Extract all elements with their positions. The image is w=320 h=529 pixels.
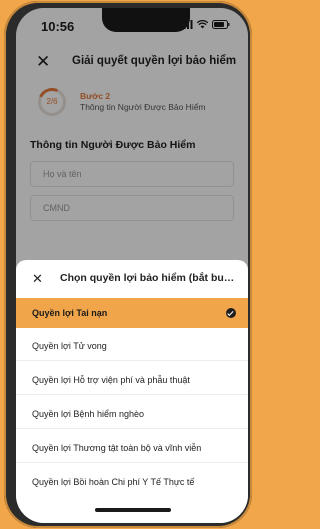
notch [102, 8, 190, 32]
option-label: Quyền lợi Tai nạn [32, 308, 108, 318]
option-medical-reimbursement[interactable]: Quyền lợi Bồi hoàn Chi phí Y Tế Thực tế [16, 467, 248, 497]
sheet-title: Chọn quyền lợi bảo hiểm (bắt buộc) [60, 272, 236, 284]
option-permanent-disability[interactable]: Quyền lợi Thương tật toàn bộ và vĩnh viễ… [16, 433, 248, 463]
option-hospital-surgery[interactable]: Quyền lợi Hỗ trợ viện phí và phẫu thuật [16, 365, 248, 395]
option-label: Quyền lợi Thương tật toàn bộ và vĩnh viễ… [32, 443, 202, 453]
option-label: Quyền lợi Bệnh hiểm nghèo [32, 409, 144, 419]
phone-screen: 10:56 ✕ Giải quyết quyền lợi bảo hiểm 2/… [16, 8, 248, 523]
benefit-picker-sheet: ✕ Chọn quyền lợi bảo hiểm (bắt buộc) Quy… [16, 260, 248, 523]
home-indicator[interactable] [95, 508, 171, 512]
check-icon [226, 308, 236, 318]
option-label: Quyền lợi Hỗ trợ viện phí và phẫu thuật [32, 375, 190, 385]
phone-frame: 10:56 ✕ Giải quyết quyền lợi bảo hiểm 2/… [4, 1, 252, 528]
wifi-icon [197, 20, 208, 29]
option-death[interactable]: Quyền lợi Tử vong [16, 331, 248, 361]
battery-icon [212, 20, 230, 29]
option-label: Quyền lợi Bồi hoàn Chi phí Y Tế Thực tế [32, 477, 195, 487]
option-label: Quyền lợi Tử vong [32, 341, 107, 351]
status-time: 10:56 [41, 19, 75, 34]
option-accident[interactable]: Quyền lợi Tai nạn [16, 298, 248, 328]
sheet-header: ✕ Chọn quyền lợi bảo hiểm (bắt buộc) [16, 260, 248, 298]
close-icon[interactable]: ✕ [32, 272, 43, 285]
option-critical-illness[interactable]: Quyền lợi Bệnh hiểm nghèo [16, 399, 248, 429]
